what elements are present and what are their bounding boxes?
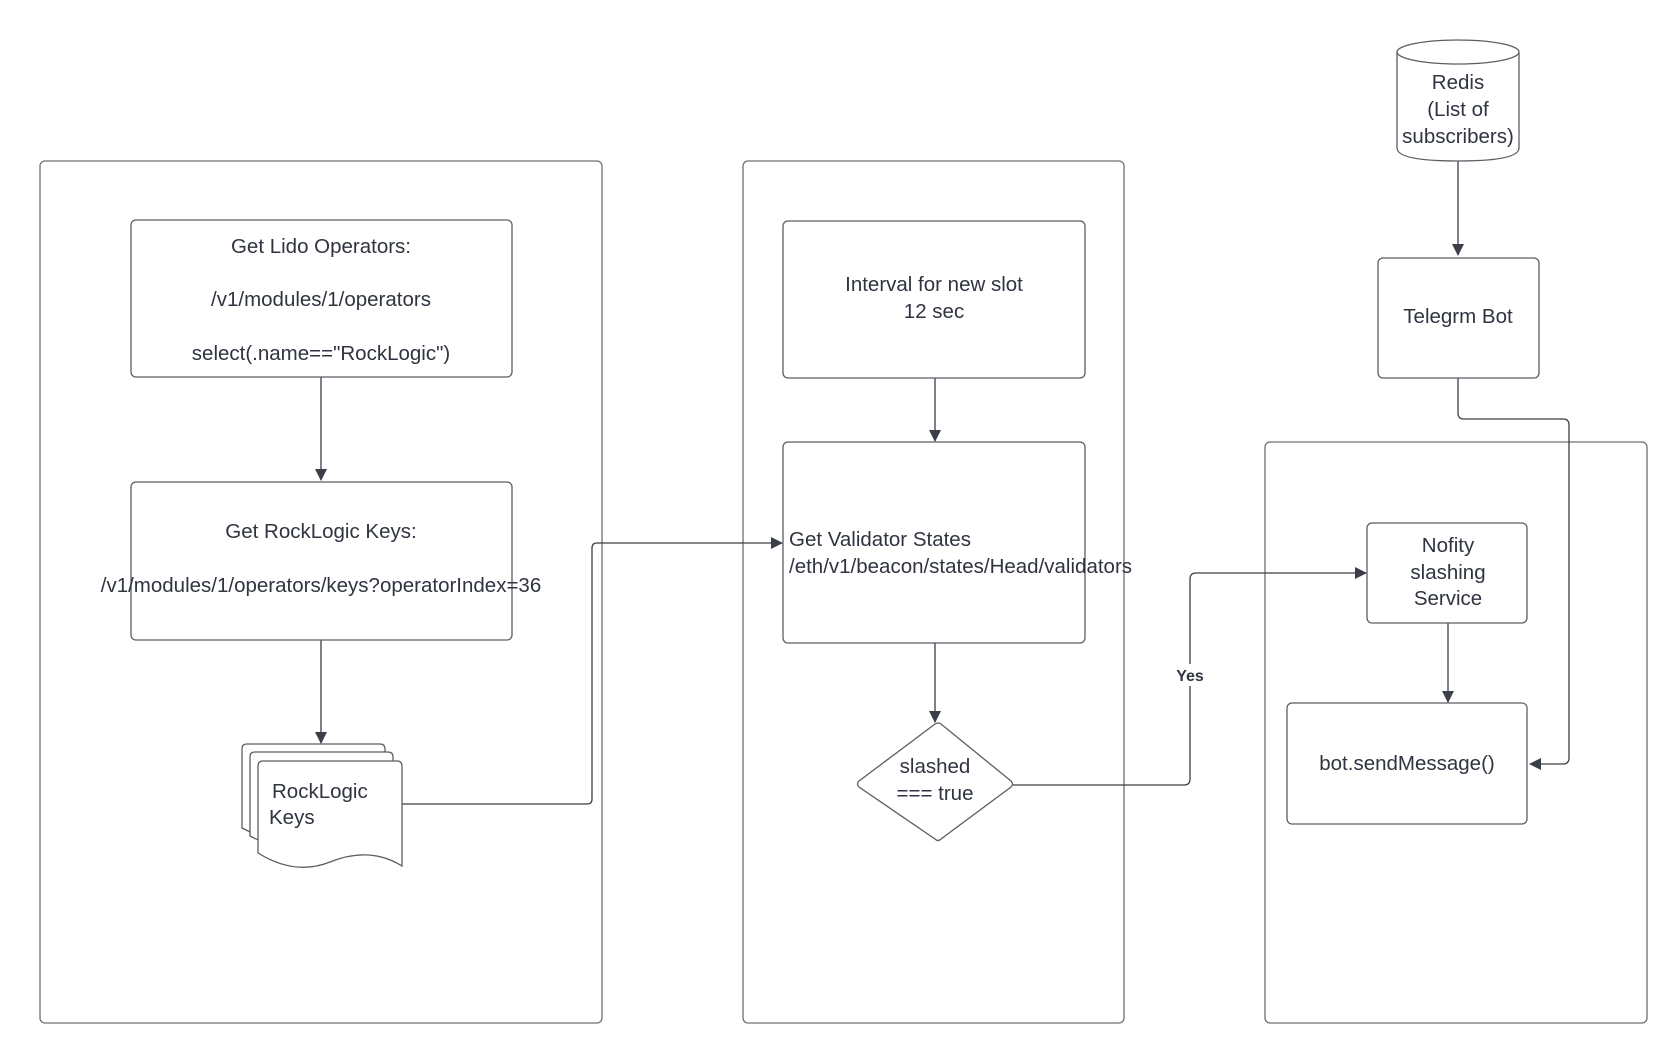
node-send-message[interactable]: bot.sendMessage(): [1286, 702, 1528, 825]
node-text-line: (List of: [1427, 98, 1489, 121]
node-text-line: /eth/v1/beacon/states/Head/validators: [789, 555, 1132, 578]
node-text-line: slashed: [900, 755, 971, 778]
edge-label-yes: Yes: [1176, 668, 1204, 685]
node-interval[interactable]: Interval for new slot 12 sec: [782, 220, 1086, 379]
node-text-line: Get Lido Operators:: [231, 235, 411, 258]
node-text-line: Telegrm Bot: [1403, 305, 1513, 328]
node-text-line: 12 sec: [904, 300, 964, 323]
node-text-line: slashing: [1410, 561, 1485, 584]
node-text-line: Get Validator States: [789, 528, 971, 551]
node-slashed-decision[interactable]: slashed === true: [856, 722, 1014, 842]
node-text-line: === true: [897, 782, 974, 805]
node-text-line: subscribers): [1402, 125, 1514, 148]
node-text-line: Keys: [269, 806, 315, 829]
flowchart-canvas: Yes Get Lido Operators: /v1/modules/1/op…: [39, 39, 1648, 1024]
node-text-line: select(.name=="RockLogic"): [192, 342, 450, 365]
node-text-line: Redis: [1432, 71, 1484, 94]
node-rocklogic-keys-documents[interactable]: RockLogic Keys: [241, 743, 403, 868]
node-text-line: /v1/modules/1/operators: [211, 288, 431, 311]
node-get-validator-states[interactable]: Get Validator States /eth/v1/beacon/stat…: [782, 441, 1132, 644]
node-text-line: RockLogic: [272, 780, 368, 803]
node-get-rocklogic-keys[interactable]: Get RockLogic Keys: /v1/modules/1/operat…: [101, 481, 541, 641]
node-telegram-bot[interactable]: Telegrm Bot: [1377, 257, 1540, 379]
node-text-line: Nofity: [1422, 534, 1475, 557]
node-text-line: /v1/modules/1/operators/keys?operatorInd…: [101, 574, 541, 597]
node-text-line: Get RockLogic Keys:: [225, 520, 416, 543]
node-text-line: bot.sendMessage(): [1319, 752, 1494, 775]
node-text-line: Service: [1414, 587, 1482, 610]
node-get-lido-operators[interactable]: Get Lido Operators: /v1/modules/1/operat…: [130, 219, 513, 378]
node-text-line: Interval for new slot: [845, 273, 1023, 296]
node-redis-database[interactable]: Redis (List of subscribers): [1396, 39, 1520, 162]
node-notify-slashing-service[interactable]: Nofity slashing Service: [1366, 522, 1528, 624]
